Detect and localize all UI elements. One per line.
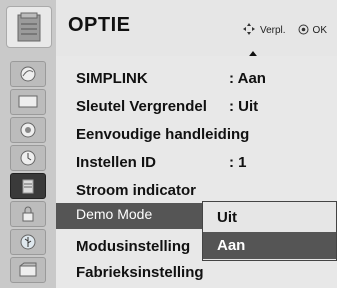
menu-item-sleutel-vergrendel[interactable]: Sleutel Vergrendel : Uit (56, 93, 337, 121)
menu-item-simplink[interactable]: SIMPLINK : Aan (56, 65, 337, 93)
option-aan[interactable]: Aan (203, 232, 336, 259)
ok-hint-label: OK (312, 25, 327, 36)
options-icon[interactable] (10, 173, 46, 199)
menu-header: OPTIE Verpl. OK (56, 0, 337, 60)
usb-icon[interactable] (10, 229, 46, 255)
speaker-icon[interactable] (10, 117, 46, 143)
menu-icon-column (0, 0, 57, 288)
satellite-icon[interactable] (10, 61, 46, 87)
clock-icon[interactable] (10, 145, 46, 171)
menu-item-eenvoudige-handleiding[interactable]: Eenvoudige handleiding (56, 121, 337, 149)
film-icon[interactable] (10, 257, 46, 283)
demo-mode-options-popup: Uit Aan (202, 201, 337, 261)
navigation-hint: Verpl. OK (242, 22, 327, 39)
option-uit[interactable]: Uit (203, 204, 336, 231)
osd-menu: OPTIE Verpl. OK SIMPLINK : Aan Sleutel V… (0, 0, 337, 288)
menu-item-fabrieksinstelling[interactable]: Fabrieksinstelling (56, 259, 337, 287)
lock-icon[interactable] (10, 201, 46, 227)
page-title: OPTIE (68, 14, 131, 36)
tv-screen-icon[interactable] (10, 89, 46, 115)
options-category-icon (6, 6, 52, 48)
ok-circle-icon (298, 24, 309, 38)
menu-item-instellen-id[interactable]: Instellen ID : 1 (56, 149, 337, 177)
four-way-arrow-icon (242, 22, 256, 39)
move-hint-label: Verpl. (259, 25, 286, 36)
